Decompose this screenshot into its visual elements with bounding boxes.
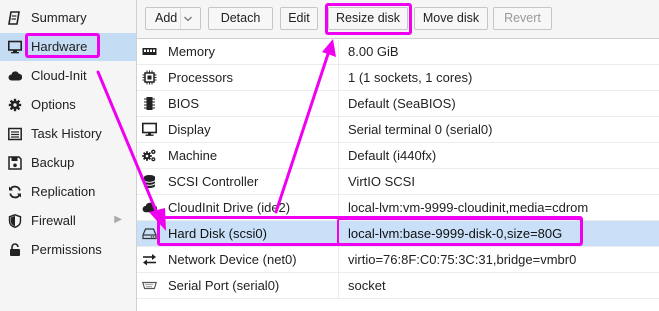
- hardware-name: Network Device (net0): [168, 252, 297, 267]
- monitor-icon: [8, 40, 22, 54]
- hardware-value: local-lvm:vm-9999-cloudinit,media=cdrom: [348, 200, 589, 215]
- sync-icon: [9, 185, 21, 199]
- cloud-icon: [142, 202, 157, 213]
- column-separator: [338, 91, 339, 117]
- column-separator: [338, 195, 339, 221]
- unlock-icon: [10, 243, 20, 256]
- hardware-value: local-lvm:base-9999-disk-0,size=80G: [348, 226, 563, 241]
- hardware-row-machine[interactable]: Machine Default (i440fx): [137, 143, 659, 169]
- hardware-row-hard-disk[interactable]: Hard Disk (scsi0) local-lvm:base-9999-di…: [137, 221, 659, 247]
- column-separator: [338, 169, 339, 195]
- hardware-name: Machine: [168, 148, 218, 163]
- hardware-name: Processors: [168, 70, 234, 85]
- hardware-name: Memory: [168, 44, 215, 59]
- hardware-value: Serial terminal 0 (serial0): [348, 122, 493, 137]
- hardware-row-network-device[interactable]: Network Device (net0) virtio=76:8F:C0:75…: [137, 247, 659, 273]
- column-separator: [338, 221, 339, 247]
- hardware-row-processors[interactable]: Processors 1 (1 sockets, 1 cores): [137, 65, 659, 91]
- hardware-grid: Memory 8.00 GiB Processors 1 (1 sockets,…: [137, 39, 659, 311]
- nav-item-label: Options: [31, 97, 76, 112]
- hardware-value: virtio=76:8F:C0:75:3C:31,bridge=vmbr0: [348, 252, 577, 267]
- serial-icon: [142, 281, 157, 290]
- list-icon: [8, 127, 22, 141]
- add-button-label: Add: [155, 11, 178, 25]
- hardware-row-bios[interactable]: BIOS Default (SeaBIOS): [137, 91, 659, 117]
- hardware-row-scsi-controller[interactable]: SCSI Controller VirtIO SCSI: [137, 169, 659, 195]
- nav-item-label: Cloud-Init: [31, 68, 87, 83]
- move-disk-button[interactable]: Move disk: [414, 7, 488, 30]
- dropdown-caret: [180, 8, 195, 29]
- nav-item-hardware[interactable]: Hardware: [0, 33, 136, 61]
- hardware-name: Display: [168, 122, 211, 137]
- nav-item-label: Hardware: [31, 39, 88, 54]
- column-separator: [338, 273, 339, 299]
- vm-nav-sidebar: Summary Hardware Cloud-Init Options Task…: [0, 0, 137, 311]
- memory-icon: [142, 48, 157, 55]
- nav-item-backup[interactable]: Backup: [0, 149, 136, 177]
- nav-item-label: Permissions: [31, 242, 102, 257]
- vm-hardware-panel: Summary Hardware Cloud-Init Options Task…: [0, 0, 659, 311]
- cloud-icon: [8, 71, 22, 81]
- column-separator: [338, 143, 339, 169]
- hardware-row-memory[interactable]: Memory 8.00 GiB: [137, 39, 659, 65]
- hardware-row-cloudinit-drive[interactable]: CloudInit Drive (ide2) local-lvm:vm-9999…: [137, 195, 659, 221]
- column-separator: [338, 65, 339, 91]
- hardware-row-display[interactable]: Display Serial terminal 0 (serial0): [137, 117, 659, 143]
- gear-icon: [8, 98, 22, 112]
- hardware-name: CloudInit Drive (ide2): [168, 200, 291, 215]
- hardware-row-serial-port[interactable]: Serial Port (serial0) socket: [137, 273, 659, 299]
- expand-arrow-icon[interactable]: ▶: [114, 214, 122, 225]
- hardware-value: 8.00 GiB: [348, 44, 399, 59]
- chevron-down-icon: [184, 16, 192, 22]
- exchange-icon: [143, 254, 156, 266]
- hardware-value: VirtIO SCSI: [348, 174, 415, 189]
- cpu-icon: [142, 70, 157, 85]
- shield-icon: [8, 214, 22, 228]
- hardware-toolbar: Add Detach Edit Resize disk Move disk Re…: [137, 0, 659, 39]
- nav-item-task-history[interactable]: Task History: [0, 120, 136, 148]
- nav-item-replication[interactable]: Replication: [0, 178, 136, 206]
- cogs-icon: [142, 149, 156, 162]
- nav-item-label: Backup: [31, 155, 75, 170]
- column-separator: [338, 247, 339, 273]
- chip-icon: [144, 97, 155, 110]
- detach-button[interactable]: Detach: [208, 7, 273, 30]
- nav-item-label: Replication: [31, 184, 96, 199]
- hardware-name: Hard Disk (scsi0): [168, 226, 267, 241]
- hardware-name: SCSI Controller: [168, 174, 259, 189]
- hdd-icon: [142, 228, 157, 240]
- hardware-value: 1 (1 sockets, 1 cores): [348, 70, 473, 85]
- hardware-value: Default (i440fx): [348, 148, 437, 163]
- revert-button: Revert: [493, 7, 552, 30]
- nav-item-label: Firewall: [31, 213, 76, 228]
- hardware-name: BIOS: [168, 96, 200, 111]
- nav-item-label: Task History: [31, 126, 102, 141]
- resize-disk-button[interactable]: Resize disk: [328, 7, 408, 30]
- floppy-icon: [8, 156, 22, 170]
- nav-item-permissions[interactable]: Permissions: [0, 236, 136, 264]
- hardware-value: socket: [348, 278, 386, 293]
- nav-item-label: Summary: [31, 10, 87, 25]
- database-icon: [143, 175, 156, 188]
- add-button[interactable]: Add: [145, 7, 201, 30]
- nav-item-options[interactable]: Options: [0, 91, 136, 119]
- column-separator: [338, 117, 339, 143]
- nav-item-cloud-init[interactable]: Cloud-Init: [0, 62, 136, 90]
- summary-icon: [8, 11, 20, 25]
- edit-button[interactable]: Edit: [280, 7, 318, 30]
- hardware-value: Default (SeaBIOS): [348, 96, 456, 111]
- hardware-name: Serial Port (serial0): [168, 278, 280, 293]
- column-separator: [338, 39, 339, 65]
- nav-item-firewall[interactable]: Firewall ▶: [0, 207, 136, 235]
- desktop-icon: [142, 122, 157, 136]
- nav-item-summary[interactable]: Summary: [0, 4, 136, 32]
